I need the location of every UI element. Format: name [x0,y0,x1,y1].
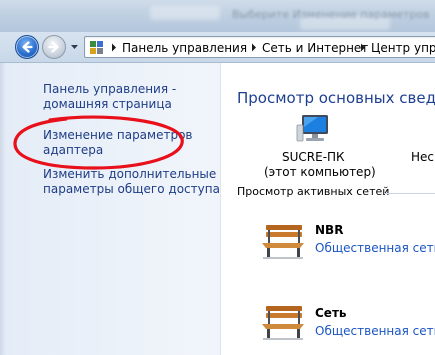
breadcrumb-control-panel[interactable]: Панель управления [122,41,247,55]
network-map-label: Неск [411,150,435,164]
network-name: Сеть [315,306,347,320]
breadcrumb-separator-icon[interactable] [111,43,117,52]
forward-arrow-icon [48,41,59,53]
breadcrumb-separator-icon[interactable] [360,43,366,52]
back-arrow-icon [22,41,33,53]
computer-monitor-icon [296,115,328,142]
task-link-sharing-settings[interactable]: параметры общего доступа [43,182,220,197]
task-link-home[interactable]: Панель управления - [43,82,176,97]
navigation-bar: Панель управления Сеть и Интернет Центр … [0,32,435,63]
title-bar-blur [150,6,220,20]
computer-name: SUCRE-ПК [282,150,345,164]
breadcrumb-network-center[interactable]: Центр управ [371,41,435,55]
park-bench-icon [262,225,304,259]
forward-button[interactable] [42,35,66,59]
recent-pages-dropdown-icon[interactable] [70,44,79,51]
control-panel-icon [90,41,103,54]
back-button[interactable] [15,35,39,59]
breadcrumb-network-internet[interactable]: Сеть и Интернет [262,41,368,55]
task-link-change-adapter[interactable]: адаптера [43,143,103,158]
network-type-link[interactable]: Общественная сеть [315,241,435,255]
task-link-home[interactable]: домашняя страница [43,97,172,112]
task-link-sharing-settings[interactable]: Изменить дополнительные [43,167,216,182]
network-type-link[interactable]: Общественная сеть [315,324,435,338]
address-bar[interactable]: Панель управления Сеть и Интернет Центр … [84,36,435,58]
title-bar: Выберите Изменение параметров [0,0,435,32]
active-networks-heading: Просмотр активных сетей [237,185,390,198]
page-title: Просмотр основных сведен [237,89,435,107]
park-bench-icon [262,306,304,340]
window-title: Выберите Изменение параметров [232,8,430,21]
network-center-window: Выберите Изменение параметров Панель упр… [0,0,435,355]
task-link-change-adapter[interactable]: Изменение параметров [43,128,193,143]
network-name: NBR [315,223,344,237]
section-divider [384,193,435,194]
computer-subtitle: (этот компьютер) [264,165,376,179]
pane-edge [0,63,6,355]
breadcrumb-separator-icon[interactable] [251,43,257,52]
